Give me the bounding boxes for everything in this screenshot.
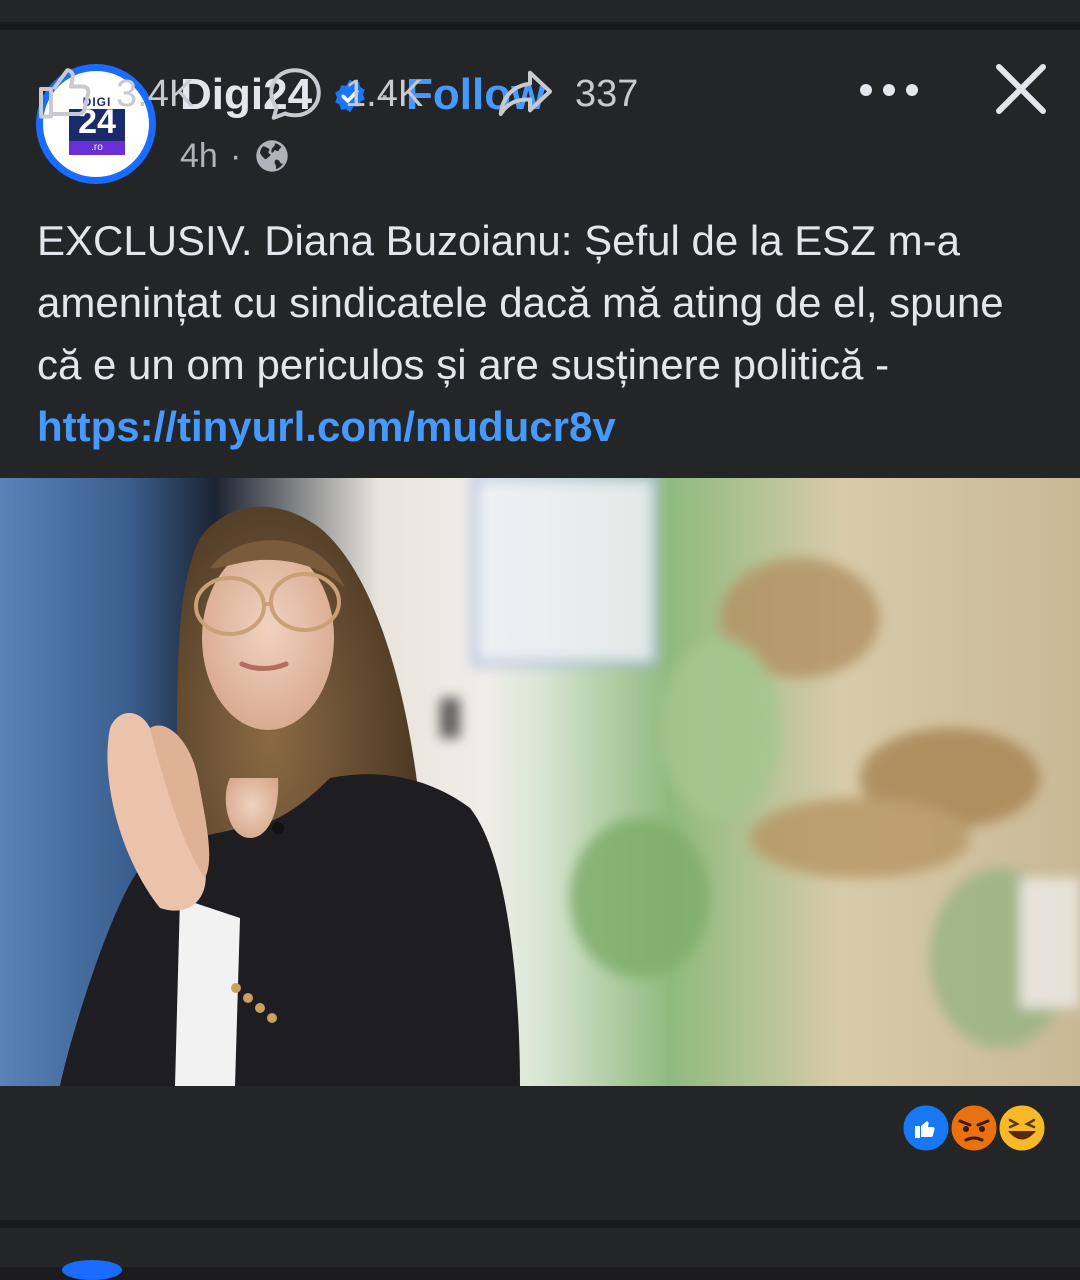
post-link[interactable]: https://tinyurl.com/muducr8v bbox=[37, 403, 616, 450]
angry-reaction-icon bbox=[948, 1102, 1000, 1154]
feed-post: DIGI 24 .ro Digi24 · Follow 4h · EXCLUSI… bbox=[0, 30, 1080, 1220]
next-post-avatar bbox=[62, 1260, 122, 1280]
post-photo[interactable] bbox=[0, 478, 1080, 1086]
next-post-edge bbox=[0, 1228, 1080, 1280]
close-icon[interactable] bbox=[994, 62, 1048, 116]
share-icon bbox=[498, 70, 552, 116]
post-text: EXCLUSIV. Diana Buzoianu: Șeful de la ES… bbox=[37, 210, 1057, 458]
post-time[interactable]: 4h bbox=[180, 136, 218, 176]
feed-divider-bottom bbox=[0, 1220, 1080, 1228]
share-button[interactable]: 337 bbox=[495, 64, 638, 124]
like-button[interactable]: 3.4K bbox=[36, 64, 194, 124]
photo-image bbox=[0, 478, 1080, 1086]
feed-divider bbox=[0, 22, 1080, 30]
comment-button[interactable]: 1.4K bbox=[265, 64, 423, 124]
thumbs-up-icon bbox=[39, 68, 91, 119]
like-count: 3.4K bbox=[116, 72, 195, 115]
share-count: 337 bbox=[575, 72, 639, 115]
time-separator: · bbox=[230, 137, 242, 175]
public-globe-icon bbox=[256, 140, 288, 172]
comment-count: 1.4K bbox=[345, 72, 424, 115]
reactions-summary[interactable] bbox=[900, 1102, 1050, 1154]
more-options-icon[interactable] bbox=[858, 82, 920, 98]
previous-post-edge bbox=[0, 0, 1080, 22]
haha-reaction-icon bbox=[996, 1102, 1048, 1154]
like-reaction-icon bbox=[900, 1102, 952, 1154]
post-body: EXCLUSIV. Diana Buzoianu: Șeful de la ES… bbox=[37, 217, 1004, 388]
comment-icon bbox=[269, 68, 321, 120]
